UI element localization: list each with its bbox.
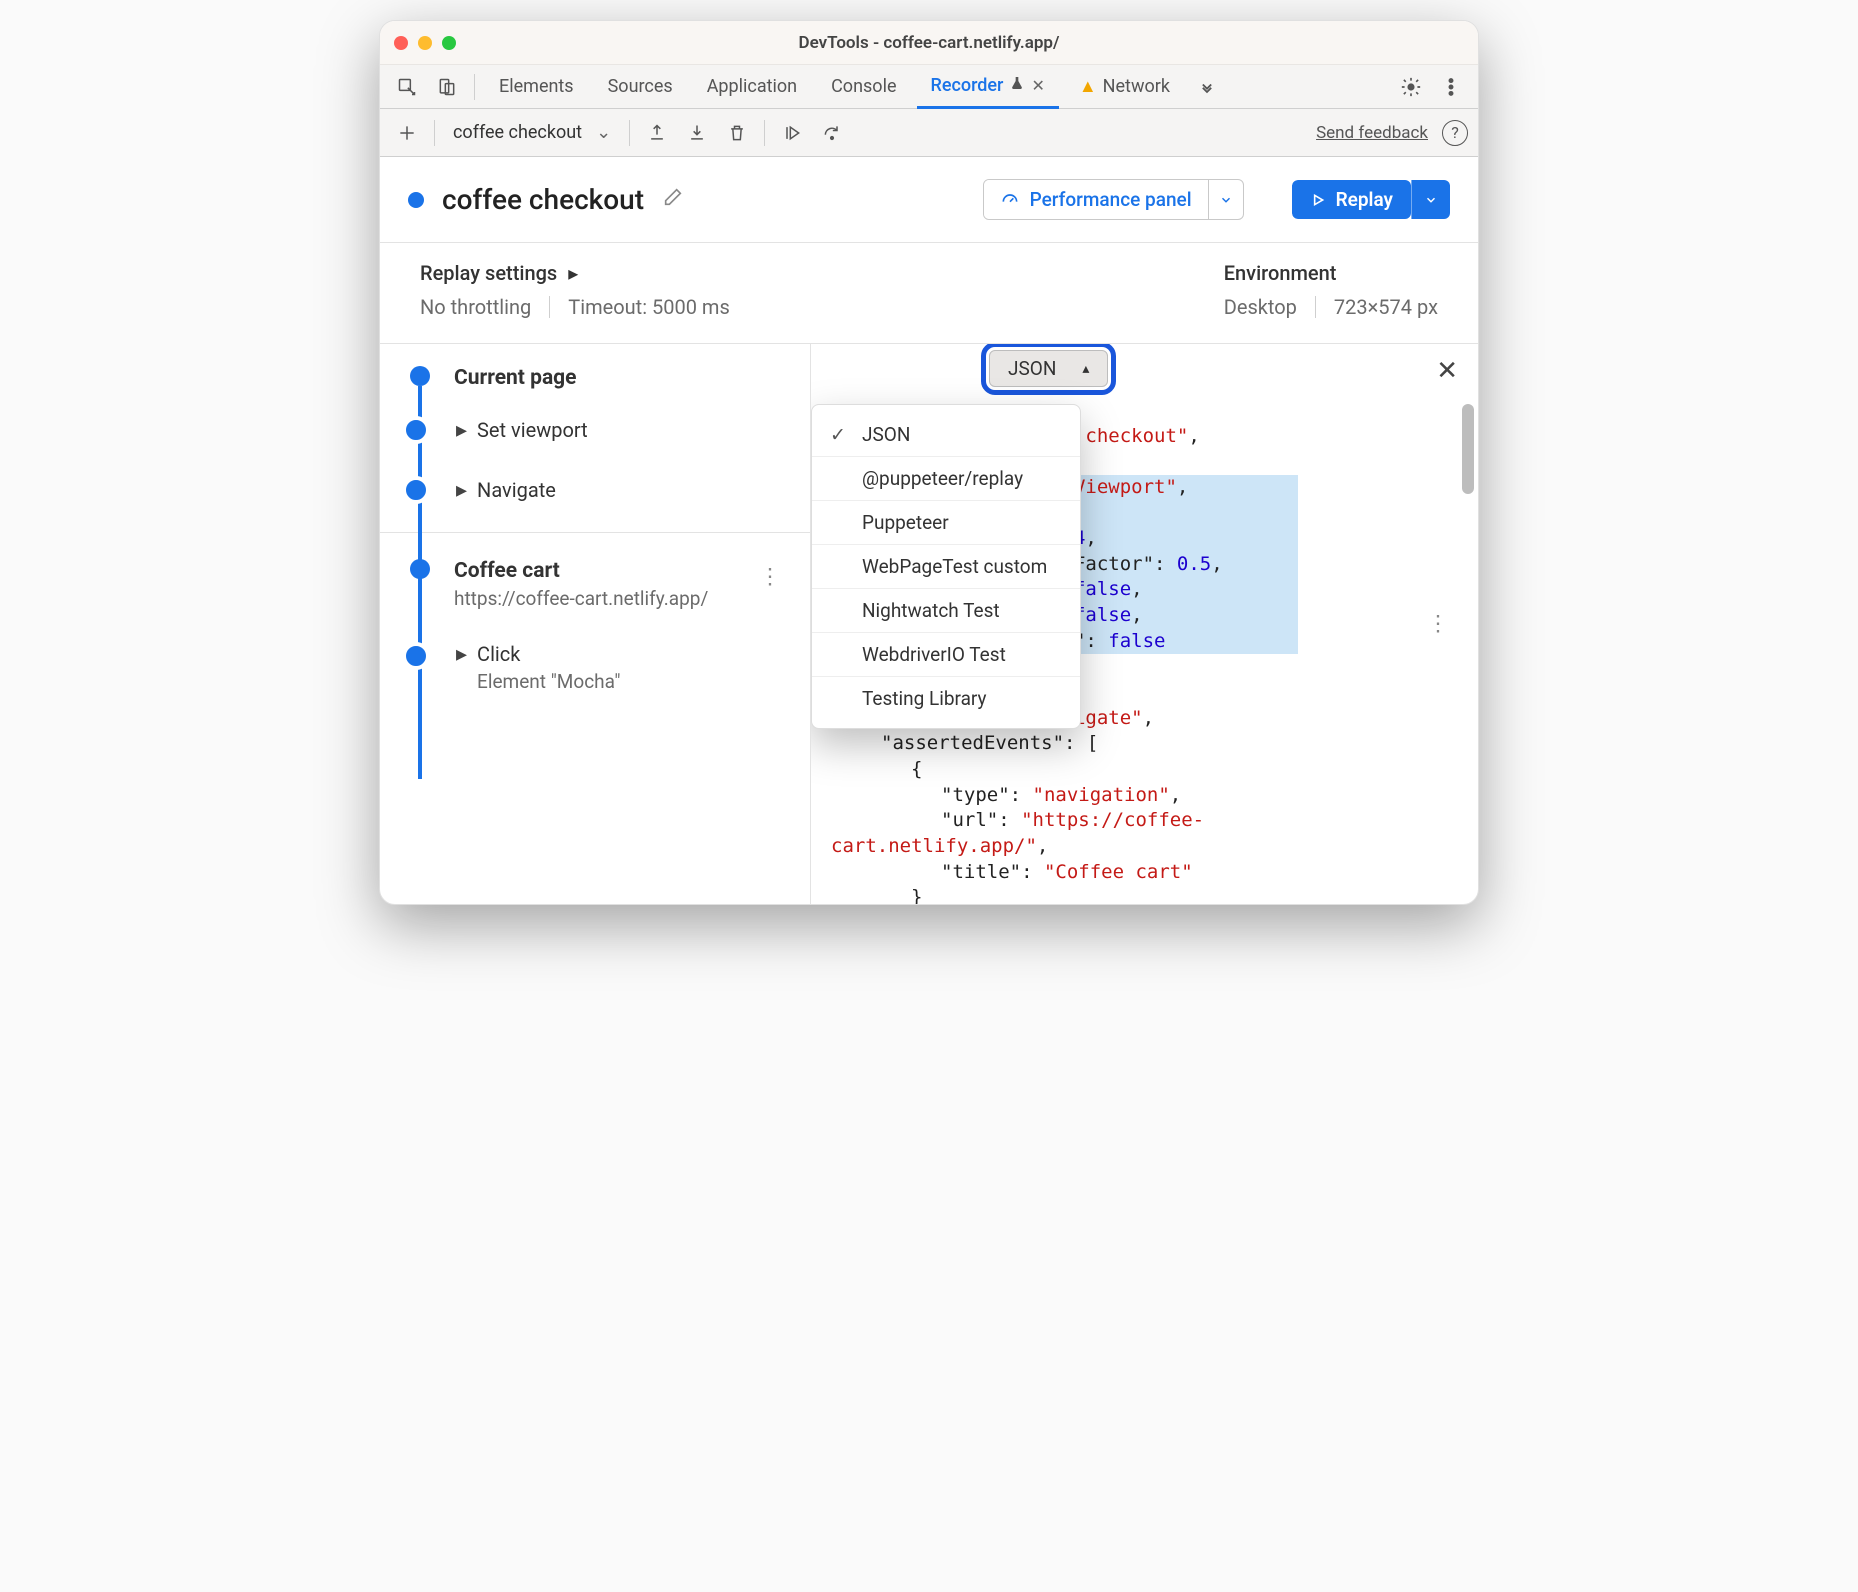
inspect-element-icon[interactable] — [390, 70, 424, 104]
warning-icon: ▲ — [1079, 76, 1097, 97]
recording-selector[interactable]: coffee checkout ⌄ — [445, 116, 619, 150]
caret-up-icon: ▴ — [1082, 361, 1089, 377]
separator — [629, 120, 630, 146]
format-option-testing-library[interactable]: Testing Library — [812, 676, 1080, 720]
separator — [1315, 296, 1316, 318]
step-menu-icon[interactable]: ⋮ — [759, 564, 784, 589]
settings-icon[interactable] — [1394, 70, 1428, 104]
format-option-json[interactable]: ✓ JSON — [812, 413, 1080, 456]
step-current-page[interactable]: Current page — [454, 366, 792, 390]
recorder-toolbar: coffee checkout ⌄ Send feedback ? — [380, 109, 1478, 157]
perf-label: Performance panel — [1030, 188, 1192, 211]
send-feedback-link[interactable]: Send feedback — [1316, 123, 1428, 143]
step-coffee-cart[interactable]: Coffee cart — [454, 559, 792, 583]
delete-icon[interactable] — [720, 116, 754, 150]
tab-console[interactable]: Console — [817, 65, 910, 109]
separator — [474, 74, 475, 100]
format-selected: JSON — [1008, 357, 1056, 380]
format-option-webpagetest[interactable]: WebPageTest custom — [812, 544, 1080, 588]
tab-elements[interactable]: Elements — [485, 65, 588, 109]
step-node-icon — [402, 476, 430, 504]
replay-settings-label[interactable]: Replay settings — [420, 261, 557, 285]
new-recording-icon[interactable] — [390, 116, 424, 150]
close-panel-icon[interactable]: ✕ — [1436, 356, 1458, 386]
device-value: Desktop — [1224, 295, 1297, 319]
step-node-icon — [402, 416, 430, 444]
titlebar: DevTools - coffee-cart.netlify.app/ — [380, 21, 1478, 65]
chevron-right-icon: ▸ — [568, 261, 578, 285]
export-icon[interactable] — [640, 116, 674, 150]
dimensions-value: 723×574 px — [1334, 295, 1438, 319]
recording-title: coffee checkout — [442, 183, 644, 216]
step-over-icon[interactable] — [815, 116, 849, 150]
recording-name: coffee checkout — [453, 122, 582, 143]
recording-indicator-icon — [408, 192, 424, 208]
separator — [434, 120, 435, 146]
step-set-viewport[interactable]: ▸ Set viewport — [380, 400, 810, 460]
format-option-puppeteer-replay[interactable]: @puppeteer/replay — [812, 456, 1080, 500]
format-option-webdriverio[interactable]: WebdriverIO Test — [812, 632, 1080, 676]
step-click[interactable]: ▸ Click Element "Mocha" ⋮ — [380, 620, 810, 709]
step-navigate[interactable]: ▸ Navigate — [380, 460, 810, 532]
scrollbar-thumb[interactable] — [1462, 404, 1474, 494]
format-option-puppeteer[interactable]: Puppeteer — [812, 500, 1080, 544]
timeout-value: Timeout: 5000 ms — [568, 295, 730, 319]
import-icon[interactable] — [680, 116, 714, 150]
settings-strip: Replay settings ▸ No throttling Timeout:… — [380, 242, 1478, 344]
chevron-down-icon: ⌄ — [596, 122, 611, 143]
chevron-right-icon: ▸ — [456, 418, 467, 443]
replay-dropdown-icon[interactable] — [1411, 180, 1450, 219]
replay-label: Replay — [1336, 188, 1393, 211]
check-icon: ✓ — [830, 423, 848, 446]
more-options-icon[interactable] — [1434, 70, 1468, 104]
experimental-icon — [1009, 75, 1025, 96]
devtools-tabs: Elements Sources Application Console Rec… — [380, 65, 1478, 109]
perf-dropdown-icon[interactable] — [1208, 180, 1243, 219]
separator — [764, 120, 765, 146]
tab-application[interactable]: Application — [693, 65, 811, 109]
devtools-window: DevTools - coffee-cart.netlify.app/ Elem… — [379, 20, 1479, 905]
steps-list: Current page ▸ Set viewport ▸ Navigate C… — [380, 344, 810, 904]
recording-header: coffee checkout Performance panel Replay — [380, 157, 1478, 242]
chevron-right-icon: ▸ — [456, 642, 467, 667]
help-icon[interactable]: ? — [1442, 120, 1468, 146]
step-click-sub: Element "Mocha" — [477, 670, 620, 693]
format-menu: ✓ JSON @puppeteer/replay Puppeteer WebPa… — [811, 404, 1081, 729]
tab-recorder[interactable]: Recorder ✕ — [917, 65, 1059, 109]
more-tabs-icon[interactable] — [1190, 70, 1224, 104]
code-panel: JSON ▴ ✓ JSON @puppeteer/replay Puppetee… — [810, 344, 1478, 904]
environment-label: Environment — [1224, 261, 1438, 285]
performance-panel-button[interactable]: Performance panel — [983, 179, 1244, 220]
tab-network[interactable]: ▲ Network — [1065, 65, 1184, 109]
format-select[interactable]: JSON ▴ — [989, 350, 1108, 387]
edit-title-icon[interactable] — [662, 186, 684, 214]
main-area: Current page ▸ Set viewport ▸ Navigate C… — [380, 344, 1478, 904]
throttling-value: No throttling — [420, 295, 531, 319]
step-coffee-url: https://coffee-cart.netlify.app/ — [454, 587, 792, 610]
format-option-nightwatch[interactable]: Nightwatch Test — [812, 588, 1080, 632]
continue-icon[interactable] — [775, 116, 809, 150]
tab-sources[interactable]: Sources — [594, 65, 687, 109]
chevron-right-icon: ▸ — [456, 478, 467, 503]
separator — [549, 296, 550, 318]
replay-button[interactable]: Replay — [1292, 180, 1450, 219]
device-toolbar-icon[interactable] — [430, 70, 464, 104]
window-title: DevTools - coffee-cart.netlify.app/ — [380, 33, 1478, 53]
close-tab-icon[interactable]: ✕ — [1031, 76, 1044, 95]
step-node-icon — [402, 642, 430, 670]
